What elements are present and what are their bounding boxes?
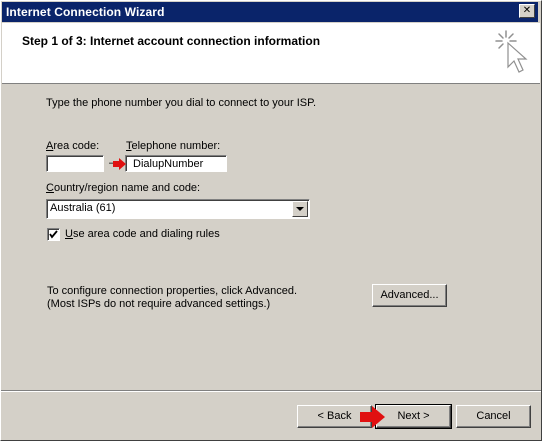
wizard-window: Internet Connection Wizard ✕ Step 1 of 3… [0, 0, 542, 441]
cancel-button-label: Cancel [476, 410, 511, 422]
next-button-label: Next > [397, 410, 430, 422]
country-select[interactable]: Australia (61) [46, 199, 310, 219]
step-title: Step 1 of 3: Internet account connection… [22, 34, 321, 48]
use-dialing-rules-checkbox[interactable] [47, 228, 60, 241]
back-button-label: < Back [317, 410, 352, 422]
advanced-button[interactable]: Advanced... [372, 284, 447, 307]
advanced-button-label: Advanced... [380, 289, 439, 301]
red-arrow-icon [113, 158, 126, 170]
checkmark-icon [49, 230, 58, 239]
intro-text: Type the phone number you dial to connec… [46, 97, 317, 109]
country-label: Country/region name and code: [46, 182, 201, 194]
title-bar[interactable]: Internet Connection Wizard ✕ [2, 2, 538, 22]
use-dialing-rules-label[interactable]: Use area code and dialing rules [65, 228, 220, 240]
red-arrow-icon [360, 406, 385, 428]
area-code-label: Area code: [46, 140, 100, 152]
next-button[interactable]: Next > [375, 404, 452, 429]
cancel-button[interactable]: Cancel [456, 405, 531, 428]
telephone-input[interactable]: DialupNumber [125, 155, 227, 172]
footer-divider [1, 390, 541, 392]
dropdown-button[interactable] [292, 201, 308, 217]
chevron-down-icon [296, 207, 304, 211]
window-title: Internet Connection Wizard [6, 5, 165, 19]
close-button[interactable]: ✕ [519, 4, 535, 18]
advanced-hint-line-2: (Most ISPs do not require advanced setti… [47, 298, 271, 310]
telephone-label: Telephone number: [126, 140, 221, 152]
wizard-header: Step 1 of 3: Internet account connection… [2, 23, 540, 84]
wizard-sparkle-cursor-icon [495, 30, 528, 73]
close-icon: ✕ [522, 5, 532, 16]
country-selected-value: Australia (61) [50, 202, 116, 214]
advanced-hint-line-1: To configure connection properties, clic… [47, 285, 298, 297]
area-code-input[interactable] [46, 155, 104, 172]
